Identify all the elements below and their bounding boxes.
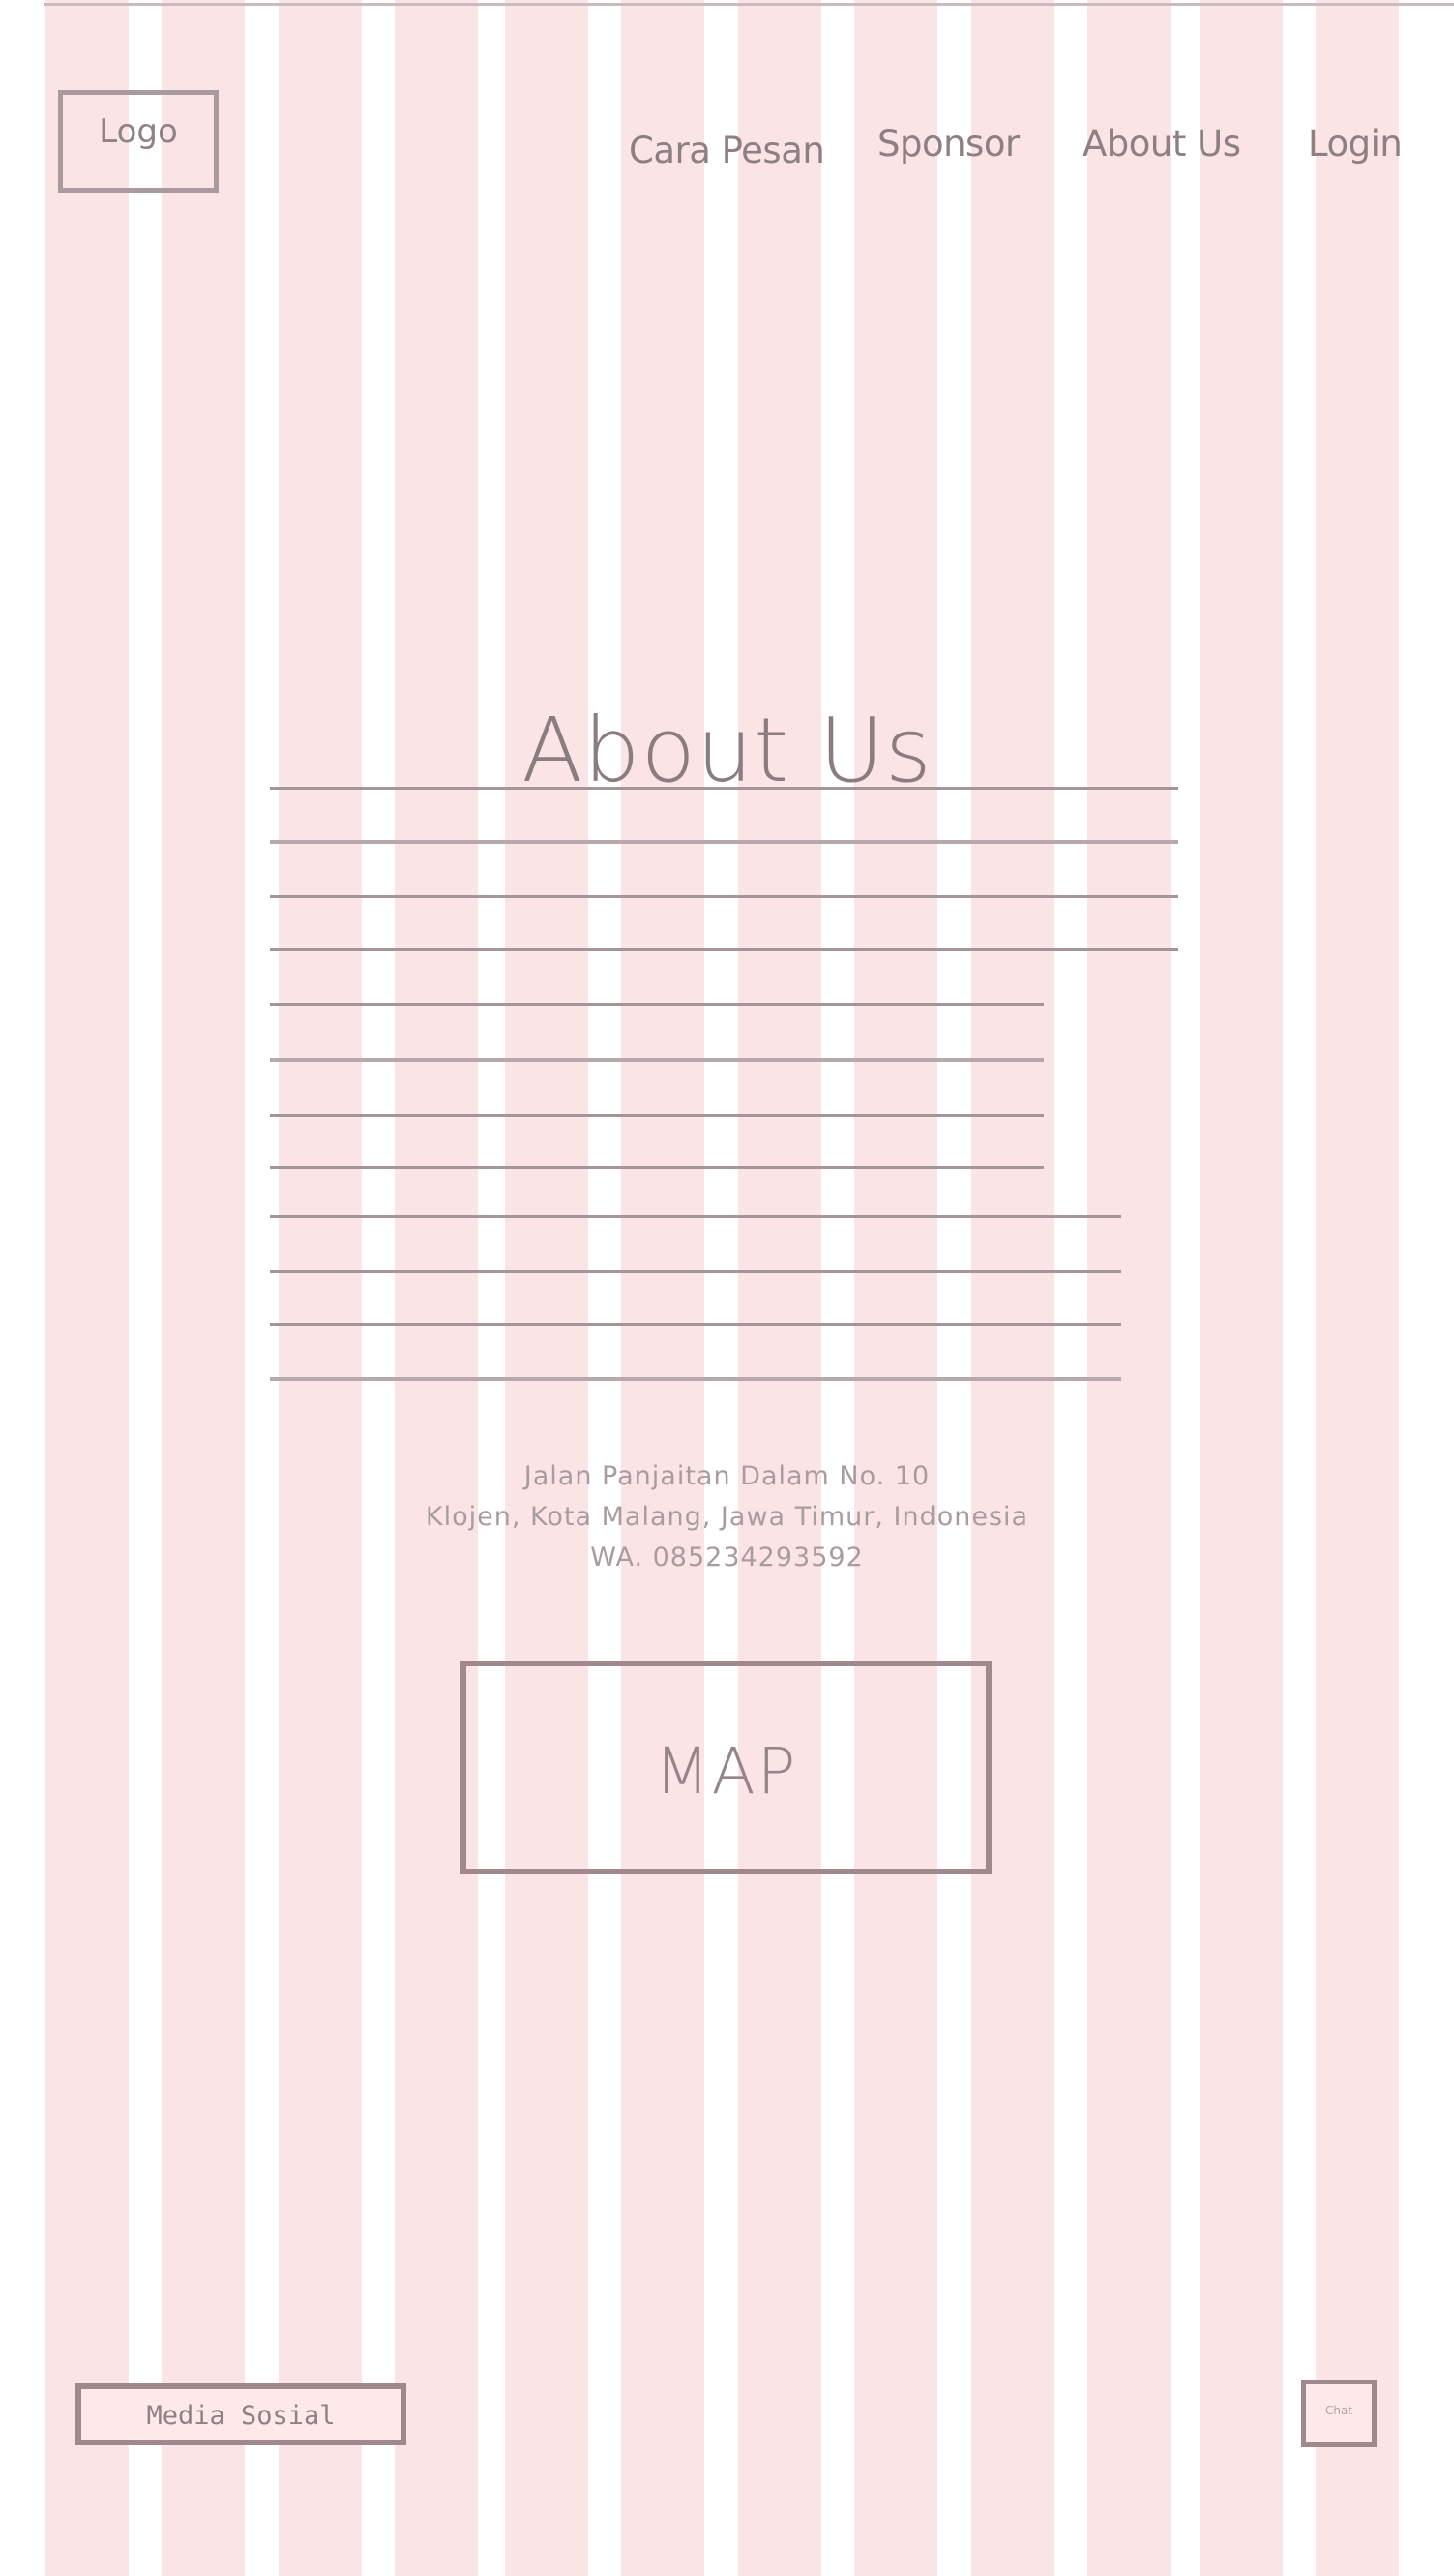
- grid-column: [45, 0, 129, 2576]
- text-line-placeholder: [270, 787, 1178, 790]
- grid-column: [1316, 0, 1399, 2576]
- grid-column: [1200, 0, 1283, 2576]
- page: Logo Cara Pesan Sponsor About Us Login A…: [0, 0, 1454, 2576]
- text-line-placeholder: [270, 1215, 1121, 1218]
- grid-column: [971, 0, 1054, 2576]
- text-line-placeholder: [270, 1114, 1044, 1117]
- social-media-label: Media Sosial: [146, 2401, 336, 2431]
- text-line-placeholder: [270, 1323, 1121, 1326]
- address-phone: WA. 085234293592: [590, 1543, 864, 1573]
- address-street: Jalan Panjaitan Dalam No. 10: [523, 1461, 931, 1491]
- text-line-placeholder: [270, 1003, 1044, 1006]
- map-label: MAP: [654, 1734, 798, 1809]
- nav-login[interactable]: Login: [1308, 123, 1403, 165]
- grid-column: [738, 0, 821, 2576]
- nav-cara-pesan[interactable]: Cara Pesan: [629, 130, 825, 171]
- text-line-placeholder: [270, 895, 1178, 898]
- text-line-placeholder: [270, 948, 1178, 951]
- map-placeholder[interactable]: MAP: [460, 1661, 992, 1874]
- nav-about-us[interactable]: About Us: [1083, 123, 1241, 165]
- grid-column: [505, 0, 588, 2576]
- text-line-placeholder: [270, 1377, 1121, 1381]
- text-line-placeholder: [270, 1270, 1121, 1273]
- grid-column: [279, 0, 362, 2576]
- grid-column: [162, 0, 245, 2576]
- social-media-button[interactable]: Media Sosial: [75, 2383, 406, 2445]
- logo-label: Logo: [99, 112, 178, 151]
- address-city: Klojen, Kota Malang, Jawa Timur, Indones…: [425, 1502, 1029, 1532]
- grid-column: [395, 0, 478, 2576]
- grid-column: [621, 0, 704, 2576]
- text-line-placeholder: [270, 840, 1178, 844]
- grid-column: [1087, 0, 1171, 2576]
- chat-button[interactable]: Chat: [1301, 2380, 1377, 2447]
- chat-label: Chat: [1324, 2404, 1353, 2417]
- text-line-placeholder: [270, 1166, 1044, 1169]
- logo[interactable]: Logo: [58, 90, 219, 193]
- nav-sponsor[interactable]: Sponsor: [877, 123, 1020, 165]
- top-rule: [44, 3, 1454, 6]
- text-line-placeholder: [270, 1058, 1044, 1062]
- grid-column: [854, 0, 937, 2576]
